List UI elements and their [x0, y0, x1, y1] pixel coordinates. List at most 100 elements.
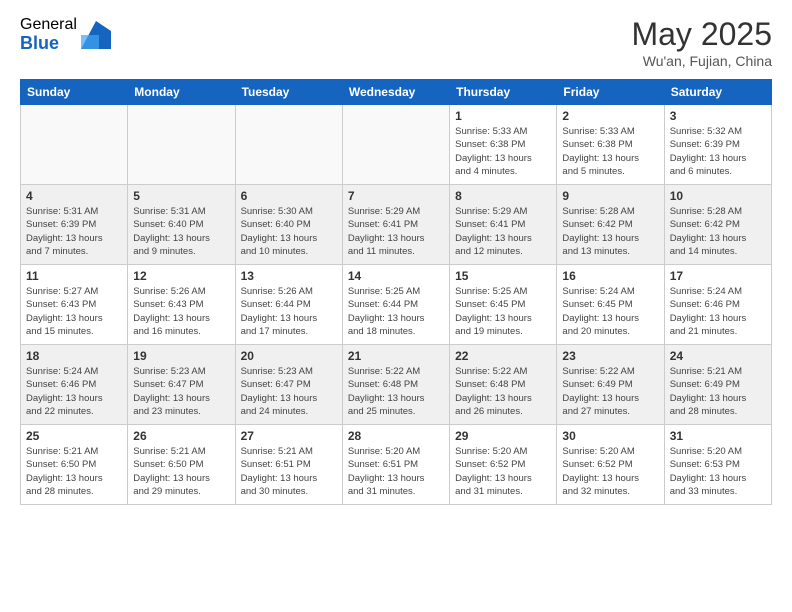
day-info: Sunrise: 5:27 AMSunset: 6:43 PMDaylight:…: [26, 285, 122, 338]
calendar-cell: 27Sunrise: 5:21 AMSunset: 6:51 PMDayligh…: [235, 425, 342, 505]
day-info: Sunrise: 5:23 AMSunset: 6:47 PMDaylight:…: [133, 365, 229, 418]
calendar-header-row: SundayMondayTuesdayWednesdayThursdayFrid…: [21, 80, 772, 105]
calendar-cell: [342, 105, 449, 185]
logo: General Blue: [20, 16, 111, 53]
weekday-header-tuesday: Tuesday: [235, 80, 342, 105]
day-number: 5: [133, 189, 229, 203]
day-number: 6: [241, 189, 337, 203]
day-info: Sunrise: 5:29 AMSunset: 6:41 PMDaylight:…: [348, 205, 444, 258]
calendar-cell: 24Sunrise: 5:21 AMSunset: 6:49 PMDayligh…: [664, 345, 771, 425]
day-info: Sunrise: 5:21 AMSunset: 6:50 PMDaylight:…: [133, 445, 229, 498]
day-number: 17: [670, 269, 766, 283]
day-info: Sunrise: 5:33 AMSunset: 6:38 PMDaylight:…: [562, 125, 658, 178]
calendar-cell: 19 Sunrise: 5:23 AMSunset: 6:47 PMDayligh…: [128, 345, 235, 425]
day-info: Sunrise: 5:25 AMSunset: 6:45 PMDaylight:…: [455, 285, 551, 338]
calendar-cell: [128, 105, 235, 185]
day-info: Sunrise: 5:30 AMSunset: 6:40 PMDaylight:…: [241, 205, 337, 258]
day-info: Sunrise: 5:26 AMSunset: 6:43 PMDaylight:…: [133, 285, 229, 338]
day-number: 20: [241, 349, 337, 363]
calendar-cell: 7 Sunrise: 5:29 AMSunset: 6:41 PMDaylight…: [342, 185, 449, 265]
day-info: Sunrise: 5:28 AMSunset: 6:42 PMDaylight:…: [562, 205, 658, 258]
day-info: Sunrise: 5:24 AMSunset: 6:45 PMDaylight:…: [562, 285, 658, 338]
day-info: Sunrise: 5:21 AMSunset: 6:49 PMDaylight:…: [670, 365, 766, 418]
weekday-header-saturday: Saturday: [664, 80, 771, 105]
day-number: 28: [348, 429, 444, 443]
calendar-cell: 25 Sunrise: 5:21 AMSunset: 6:50 PMDayligh…: [21, 425, 128, 505]
day-number: 4: [26, 189, 122, 203]
calendar-cell: 3 Sunrise: 5:32 AMSunset: 6:39 PMDaylight…: [664, 105, 771, 185]
calendar-cell: 15 Sunrise: 5:25 AMSunset: 6:45 PMDayligh…: [450, 265, 557, 345]
day-info: Sunrise: 5:22 AMSunset: 6:48 PMDaylight:…: [455, 365, 551, 418]
month-title: May 2025: [631, 16, 772, 53]
weekday-header-sunday: Sunday: [21, 80, 128, 105]
calendar-cell: 20 Sunrise: 5:23 AMSunset: 6:47 PMDayligh…: [235, 345, 342, 425]
day-info: Sunrise: 5:32 AMSunset: 6:39 PMDaylight:…: [670, 125, 766, 178]
day-number: 12: [133, 269, 229, 283]
calendar-cell: 21Sunrise: 5:22 AMSunset: 6:48 PMDayligh…: [342, 345, 449, 425]
day-number: 9: [562, 189, 658, 203]
day-info: Sunrise: 5:20 AMSunset: 6:52 PMDaylight:…: [455, 445, 551, 498]
weekday-header-thursday: Thursday: [450, 80, 557, 105]
day-info: Sunrise: 5:20 AMSunset: 6:52 PMDaylight:…: [562, 445, 658, 498]
day-number: 30: [562, 429, 658, 443]
day-number: 18: [26, 349, 122, 363]
calendar-cell: 31Sunrise: 5:20 AMSunset: 6:53 PMDayligh…: [664, 425, 771, 505]
day-info: Sunrise: 5:24 AMSunset: 6:46 PMDaylight:…: [670, 285, 766, 338]
calendar-cell: 6 Sunrise: 5:30 AMSunset: 6:40 PMDaylight…: [235, 185, 342, 265]
page-header: General Blue May 2025 Wu'an, Fujian, Chi…: [20, 16, 772, 69]
calendar-body: 1 Sunrise: 5:33 AMSunset: 6:38 PMDaylight…: [21, 105, 772, 505]
calendar-table: SundayMondayTuesdayWednesdayThursdayFrid…: [20, 79, 772, 505]
calendar-cell: 18Sunrise: 5:24 AMSunset: 6:46 PMDayligh…: [21, 345, 128, 425]
calendar-cell: 16 Sunrise: 5:24 AMSunset: 6:45 PMDayligh…: [557, 265, 664, 345]
calendar-cell: [21, 105, 128, 185]
day-number: 23: [562, 349, 658, 363]
day-number: 19: [133, 349, 229, 363]
day-number: 14: [348, 269, 444, 283]
day-info: Sunrise: 5:26 AMSunset: 6:44 PMDaylight:…: [241, 285, 337, 338]
calendar-cell: 10 Sunrise: 5:28 AMSunset: 6:42 PMDayligh…: [664, 185, 771, 265]
day-info: Sunrise: 5:25 AMSunset: 6:44 PMDaylight:…: [348, 285, 444, 338]
calendar-cell: 8 Sunrise: 5:29 AMSunset: 6:41 PMDaylight…: [450, 185, 557, 265]
calendar-cell: 9 Sunrise: 5:28 AMSunset: 6:42 PMDaylight…: [557, 185, 664, 265]
logo-icon: [81, 21, 111, 49]
day-number: 13: [241, 269, 337, 283]
calendar-cell: 14 Sunrise: 5:25 AMSunset: 6:44 PMDayligh…: [342, 265, 449, 345]
calendar-cell: 17 Sunrise: 5:24 AMSunset: 6:46 PMDayligh…: [664, 265, 771, 345]
day-number: 15: [455, 269, 551, 283]
calendar-cell: 2 Sunrise: 5:33 AMSunset: 6:38 PMDaylight…: [557, 105, 664, 185]
day-number: 2: [562, 109, 658, 123]
logo-blue: Blue: [20, 34, 77, 54]
day-number: 16: [562, 269, 658, 283]
day-number: 10: [670, 189, 766, 203]
day-number: 3: [670, 109, 766, 123]
calendar-cell: 11Sunrise: 5:27 AMSunset: 6:43 PMDayligh…: [21, 265, 128, 345]
day-info: Sunrise: 5:20 AMSunset: 6:53 PMDaylight:…: [670, 445, 766, 498]
day-info: Sunrise: 5:23 AMSunset: 6:47 PMDaylight:…: [241, 365, 337, 418]
day-info: Sunrise: 5:29 AMSunset: 6:41 PMDaylight:…: [455, 205, 551, 258]
day-info: Sunrise: 5:20 AMSunset: 6:51 PMDaylight:…: [348, 445, 444, 498]
day-number: 22: [455, 349, 551, 363]
day-info: Sunrise: 5:28 AMSunset: 6:42 PMDaylight:…: [670, 205, 766, 258]
day-number: 1: [455, 109, 551, 123]
day-number: 21: [348, 349, 444, 363]
location-subtitle: Wu'an, Fujian, China: [631, 53, 772, 69]
day-info: Sunrise: 5:31 AMSunset: 6:40 PMDaylight:…: [133, 205, 229, 258]
calendar-cell: 22 Sunrise: 5:22 AMSunset: 6:48 PMDayligh…: [450, 345, 557, 425]
calendar-cell: 26Sunrise: 5:21 AMSunset: 6:50 PMDayligh…: [128, 425, 235, 505]
day-info: Sunrise: 5:33 AMSunset: 6:38 PMDaylight:…: [455, 125, 551, 178]
title-section: May 2025 Wu'an, Fujian, China: [631, 16, 772, 69]
day-info: Sunrise: 5:22 AMSunset: 6:49 PMDaylight:…: [562, 365, 658, 418]
calendar-cell: 5 Sunrise: 5:31 AMSunset: 6:40 PMDaylight…: [128, 185, 235, 265]
day-number: 7: [348, 189, 444, 203]
calendar-cell: 12 Sunrise: 5:26 AMSunset: 6:43 PMDayligh…: [128, 265, 235, 345]
day-number: 25: [26, 429, 122, 443]
day-number: 27: [241, 429, 337, 443]
weekday-header-friday: Friday: [557, 80, 664, 105]
calendar-cell: 23 Sunrise: 5:22 AMSunset: 6:49 PMDayligh…: [557, 345, 664, 425]
day-number: 29: [455, 429, 551, 443]
day-number: 8: [455, 189, 551, 203]
day-info: Sunrise: 5:21 AMSunset: 6:50 PMDaylight:…: [26, 445, 122, 498]
calendar-cell: 28 Sunrise: 5:20 AMSunset: 6:51 PMDayligh…: [342, 425, 449, 505]
weekday-header-wednesday: Wednesday: [342, 80, 449, 105]
logo-general: General: [20, 16, 77, 34]
